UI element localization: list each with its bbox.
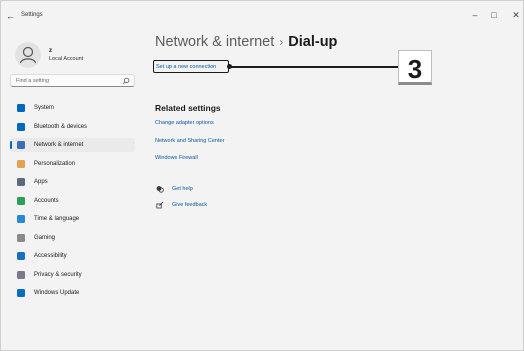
sidebar-item-label: System (34, 105, 55, 111)
sidebar-item-network-internet[interactable]: Network & internet (10, 138, 135, 152)
callout-pointer-line (230, 66, 398, 68)
sidebar-item-time-language[interactable]: Time & language (10, 212, 135, 226)
app-title: Settings (21, 12, 43, 18)
user-icon (19, 46, 37, 64)
back-button[interactable]: ← (6, 10, 18, 22)
page-title: Network & internet › Dial-up (155, 34, 337, 50)
user-account-type: Local Account (49, 56, 84, 62)
setup-new-connection-link[interactable]: Set up a new connection (153, 60, 229, 73)
search-input[interactable]: Find a setting (10, 74, 135, 87)
update-icon (17, 289, 25, 297)
sidebar-item-windows-update[interactable]: Windows Update (10, 286, 135, 300)
setup-new-connection-label: Set up a new connection (156, 64, 217, 70)
sidebar-item-apps[interactable]: Apps (10, 175, 135, 189)
close-button[interactable]: ✕ (509, 9, 523, 21)
callout-badge: 3 (398, 50, 432, 85)
minimize-button[interactable]: – (468, 9, 482, 21)
apps-icon (17, 178, 25, 186)
bluetooth-icon (17, 122, 25, 131)
sidebar-item-label: Personalization (34, 160, 76, 167)
sidebar-item-personalization[interactable]: Personalization (10, 157, 135, 171)
system-icon (17, 104, 25, 112)
time-language-icon (17, 215, 25, 223)
sidebar-item-label: Privacy & security (34, 271, 82, 278)
sidebar-item-label: Bluetooth & devices (34, 123, 88, 130)
search-placeholder: Find a setting (16, 78, 50, 84)
accessibility-icon (17, 252, 25, 260)
selected-indicator (10, 141, 12, 149)
callout-number: 3 (407, 54, 423, 84)
sidebar-item-label: Windows Update (34, 290, 80, 296)
settings-window: ← Settings – □ ✕ z Local Account Find a … (0, 0, 524, 351)
title-bar: ← Settings – □ ✕ (1, 1, 523, 29)
avatar[interactable] (15, 42, 41, 68)
sidebar-item-label: Apps (34, 179, 48, 185)
get-help-link[interactable]: Get help (156, 184, 236, 194)
accounts-icon (17, 196, 25, 205)
sidebar-item-label: Network & internet (34, 142, 84, 148)
give-feedback-label: Give feedback (172, 202, 208, 208)
sidebar-item-accessibility[interactable]: Accessibility (10, 249, 135, 263)
sidebar-item-system[interactable]: System (10, 101, 135, 115)
sidebar-item-label: Accounts (34, 197, 59, 204)
user-name: z (49, 48, 52, 54)
related-settings-heading: Related settings (155, 103, 221, 113)
give-feedback-link[interactable]: Give feedback (156, 200, 236, 210)
windows-firewall-link[interactable]: Windows Firewall (155, 155, 198, 161)
sidebar-item-label: Accessibility (34, 253, 67, 259)
help-chat-icon (156, 186, 164, 193)
sidebar-item-accounts[interactable]: Accounts (10, 194, 135, 208)
sidebar-item-label: Gaming (34, 234, 56, 241)
get-help-label: Get help (172, 186, 193, 192)
maximize-button[interactable]: □ (487, 9, 501, 21)
sidebar-item-privacy-security[interactable]: Privacy & security (10, 268, 135, 282)
sidebar-item-bluetooth-devices[interactable]: Bluetooth & devices (10, 120, 135, 134)
breadcrumb-separator: › (279, 35, 284, 49)
network-icon (17, 141, 25, 149)
sidebar-item-gaming[interactable]: Gaming (10, 231, 135, 245)
feedback-icon (156, 201, 164, 209)
gaming-icon (17, 233, 25, 242)
shield-icon (17, 270, 25, 279)
brush-icon (17, 159, 25, 168)
breadcrumb-current: Dial-up (288, 34, 338, 50)
search-icon (122, 77, 130, 85)
breadcrumb-parent[interactable]: Network & internet (155, 34, 274, 50)
sidebar-item-label: Time & language (34, 216, 80, 222)
network-sharing-center-link[interactable]: Network and Sharing Center (155, 138, 224, 144)
change-adapter-options-link[interactable]: Change adapter options (155, 120, 214, 126)
